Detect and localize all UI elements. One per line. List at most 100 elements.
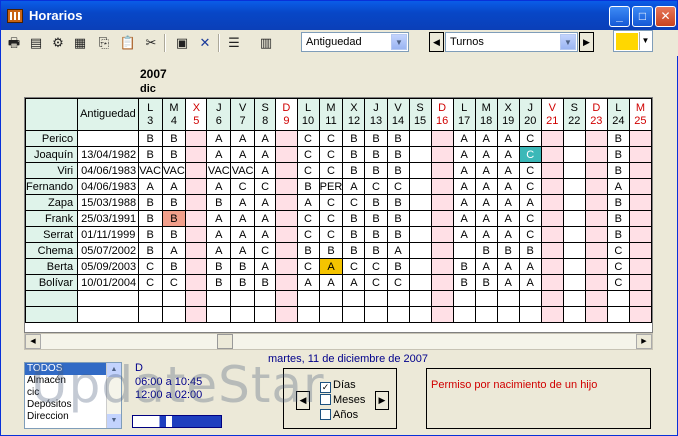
shift-cell[interactable]: A [452,210,476,227]
day-header[interactable]: V 14 [386,98,410,131]
shift-cell[interactable] [584,226,608,243]
notes-icon[interactable]: ☰ [224,33,244,53]
shift-cell[interactable] [408,242,432,259]
shift-select[interactable]: Turnos ▼ [445,32,578,52]
shift-cell[interactable] [275,274,298,291]
shift-cell[interactable] [562,162,586,179]
shift-cell[interactable]: B [386,258,410,275]
shift-cell[interactable]: A [161,178,187,195]
printer-icon[interactable]: 🖶 [4,33,24,53]
checkbox-box[interactable] [320,394,331,405]
shift-cell[interactable]: A [296,274,320,291]
day-header[interactable]: M4 [161,98,187,131]
shift-cell[interactable]: C [606,274,630,291]
shift-cell[interactable]: B [161,226,187,243]
shift-cell[interactable]: B [342,146,366,163]
day-header[interactable]: J 13 [364,98,388,131]
shift-cell[interactable] [408,258,432,275]
shift-cell[interactable]: A [318,274,344,291]
shift-cell[interactable]: C [342,194,366,211]
shift-cell[interactable] [408,162,432,179]
shift-cell[interactable]: C [518,162,542,179]
shift-cell[interactable]: B [342,226,366,243]
shift-cell[interactable]: C [318,162,344,179]
shift-cell[interactable]: A [518,194,542,211]
shift-cell[interactable]: B [364,146,388,163]
shift-cell[interactable]: A [496,274,520,291]
shift-cell[interactable] [275,194,298,211]
shift-cell[interactable]: B [137,226,163,243]
shift-cell[interactable]: B [342,210,366,227]
anios-checkbox[interactable]: Años [320,409,358,421]
shift-cell[interactable] [540,130,564,147]
shift-cell[interactable]: A [474,258,498,275]
shift-cell[interactable] [185,194,208,211]
shift-cell[interactable]: A [161,242,187,259]
copy-icon[interactable]: ⎘ [94,33,114,53]
shift-cell[interactable] [408,274,432,291]
shift-cell[interactable]: A [496,178,520,195]
shift-cell[interactable] [584,242,608,259]
shift-cell[interactable]: A [318,258,344,275]
shift-cell[interactable]: A [474,194,498,211]
shift-cell[interactable]: PER [318,178,344,195]
shift-cell[interactable]: A [518,258,542,275]
employee-name[interactable]: Bolívar [25,274,79,291]
shift-cell[interactable]: C [296,226,320,243]
sort-select[interactable]: Antiguedad ▼ [301,32,409,52]
shift-cell[interactable]: A [230,146,255,163]
shift-cell[interactable]: B [161,194,187,211]
shift-cell[interactable]: B [364,242,388,259]
employee-name[interactable]: Berta [25,258,79,275]
shift-cell[interactable] [430,258,454,275]
shift-cell[interactable] [584,274,608,291]
shift-cell[interactable]: B [452,274,476,291]
shift-cell[interactable]: B [386,194,410,211]
shift-cell[interactable] [408,226,432,243]
cut-icon[interactable]: ✂ [141,33,161,53]
shift-cell[interactable]: A [496,194,520,211]
shift-cell[interactable]: B [386,210,410,227]
shift-cell[interactable]: A [496,162,520,179]
shift-cell[interactable]: A [474,162,498,179]
shift-cell[interactable]: B [137,194,163,211]
shift-cell[interactable]: A [253,162,277,179]
shift-cell[interactable]: B [230,258,255,275]
shift-cell[interactable] [430,178,454,195]
delete-icon[interactable]: ✕ [195,33,215,53]
shift-cell[interactable] [185,162,208,179]
shift-cell[interactable]: A [253,258,277,275]
shift-cell[interactable] [540,226,564,243]
employee-name[interactable]: Perico [25,130,79,147]
day-header[interactable]: V 21 [540,98,564,131]
shift-cell[interactable]: A [606,178,630,195]
shift-cell[interactable]: C [386,274,410,291]
employee-name[interactable]: Frank [25,210,79,227]
shift-cell[interactable]: C [364,258,388,275]
shift-cell[interactable]: B [206,274,232,291]
shift-cell[interactable]: A [452,146,476,163]
shift-cell[interactable] [430,130,454,147]
shift-cell[interactable]: A [474,178,498,195]
shift-cell[interactable]: A [253,226,277,243]
shift-cell[interactable] [584,146,608,163]
day-header[interactable]: D 23 [584,98,608,131]
shift-cell[interactable] [185,146,208,163]
shift-cell[interactable]: A [496,258,520,275]
shift-cell[interactable]: B [342,162,366,179]
shift-cell[interactable]: B [253,274,277,291]
shift-cell[interactable] [584,130,608,147]
shift-cell[interactable]: B [161,210,187,227]
shift-cell[interactable] [540,178,564,195]
shift-cell[interactable] [408,178,432,195]
group-list[interactable]: TODOS Almacén cic Depósitos Direccion ▲ … [24,362,122,429]
shift-cell[interactable]: B [386,226,410,243]
paste-icon[interactable]: 📋 [118,33,138,53]
shift-cell[interactable]: A [452,226,476,243]
grid-icon[interactable]: ▣ [172,33,192,53]
calendar-icon[interactable]: ▥ [256,33,276,53]
shift-cell[interactable]: B [386,162,410,179]
next-shift-button[interactable]: ▶ [579,32,594,52]
shift-cell[interactable]: B [606,194,630,211]
shift-cell[interactable] [584,178,608,195]
